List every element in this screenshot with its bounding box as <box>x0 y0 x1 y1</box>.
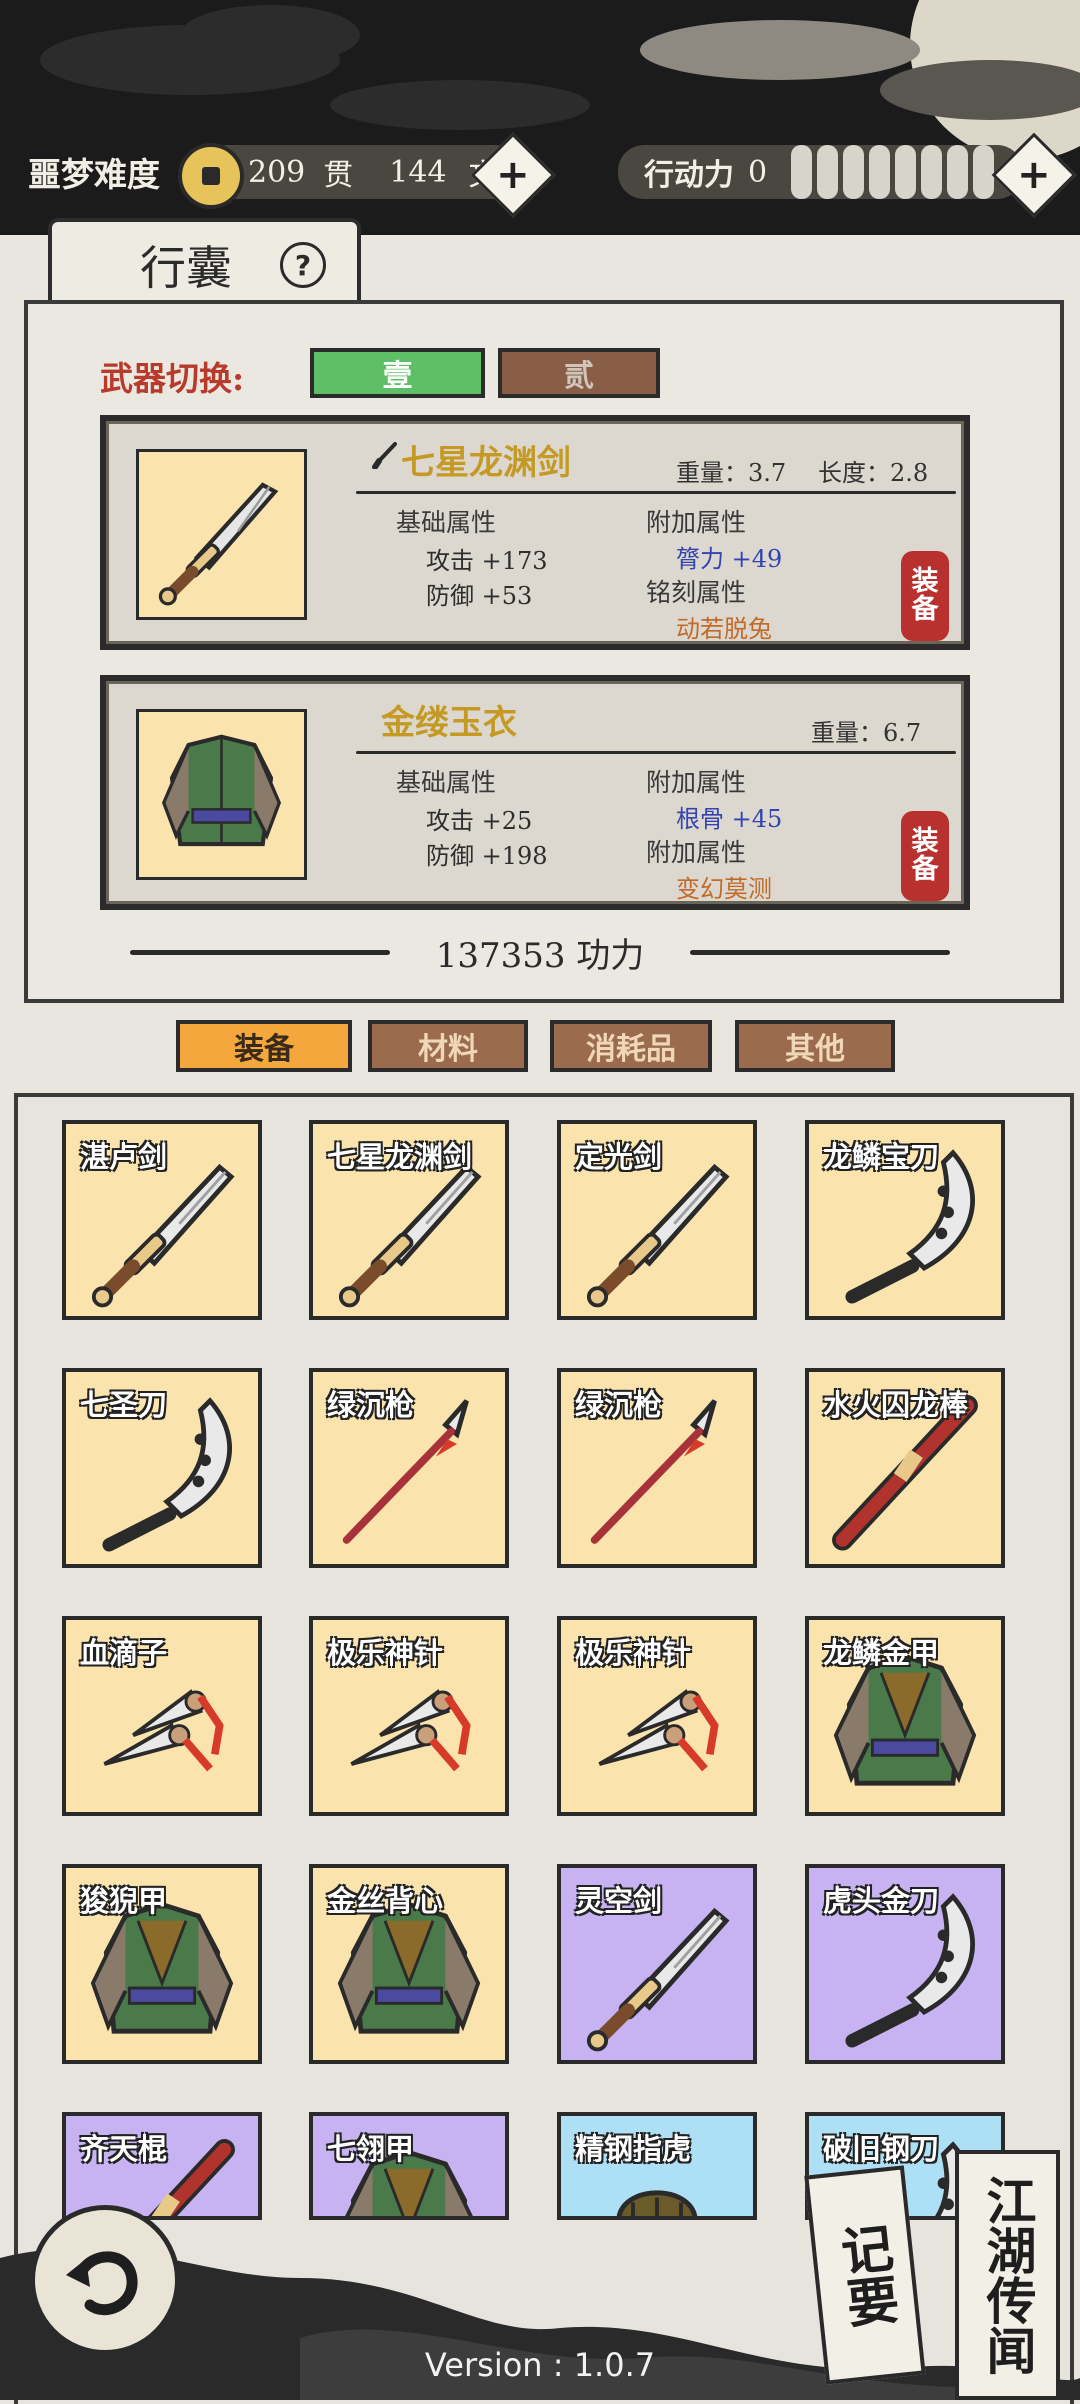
weapon-attack: 攻击 +173 <box>426 541 548 576</box>
divider-left <box>130 950 390 955</box>
weapon-base-title: 基础属性 <box>396 503 496 539</box>
inventory-item[interactable]: 龙鳞金甲 <box>805 1616 1005 1816</box>
weapon-slot-2-button[interactable]: 贰 <box>498 348 660 398</box>
inventory-item-name: 龙鳞金甲 <box>823 1630 939 1672</box>
equipped-weapon-thumb <box>136 449 307 620</box>
difficulty-label: 噩梦难度 <box>28 148 160 196</box>
tab-materials[interactable]: 材料 <box>368 1020 528 1072</box>
armor-extra-stat: 根骨 +45 <box>676 799 782 834</box>
inventory-item[interactable]: 绿沉枪 <box>557 1368 757 1568</box>
currency-guan-unit: 贯 <box>323 150 353 194</box>
question-icon[interactable]: ? <box>280 242 326 288</box>
inventory-item[interactable]: 极乐神针 <box>309 1616 509 1816</box>
inventory-item-name: 齐天棍 <box>80 2126 167 2168</box>
inventory-item-name: 极乐神针 <box>575 1630 691 1672</box>
currency-guan-value: 209 <box>248 155 305 190</box>
coin-icon <box>178 143 244 209</box>
armor-equip-char-1: 装 <box>912 828 939 856</box>
inventory-item[interactable]: 定光剑 <box>557 1120 757 1320</box>
inventory-item[interactable]: 灵空剑 <box>557 1864 757 2064</box>
armor-attack: 攻击 +25 <box>426 801 532 836</box>
tab-other[interactable]: 其他 <box>735 1020 895 1072</box>
bag-tab[interactable]: 行囊 ? <box>48 218 361 302</box>
weapon-slot-1-button[interactable]: 壹 <box>310 348 485 398</box>
weapon-engrave-value: 动若脱兔 <box>676 609 772 644</box>
inventory-item[interactable]: 湛卢剑 <box>62 1120 262 1320</box>
inventory-item[interactable]: 绿沉枪 <box>309 1368 509 1568</box>
armor-equip-char-2: 备 <box>912 856 939 884</box>
inventory-item[interactable]: 水火囚龙棒 <box>805 1368 1005 1568</box>
inventory-item[interactable]: 金丝背心 <box>309 1864 509 2064</box>
inventory-item-name: 破旧钢刀 <box>823 2126 939 2168</box>
weapon-equip-char-1: 装 <box>912 568 939 596</box>
action-points-value: 0 <box>748 155 767 190</box>
weapon-equip-char-2: 备 <box>912 596 939 624</box>
version-label: Version : 1.0.7 <box>400 2346 680 2384</box>
action-points-bar <box>791 145 999 199</box>
weapon-engrave-title: 铭刻属性 <box>646 573 746 609</box>
inventory-item-name: 金丝背心 <box>327 1878 443 1920</box>
inventory-item-name: 精钢指虎 <box>575 2126 691 2168</box>
inventory-item-name: 狻猊甲 <box>80 1878 167 1920</box>
currency-wen-value: 144 <box>389 155 446 190</box>
armor-defense: 防御 +198 <box>426 836 548 871</box>
inventory-item-name: 水火囚龙棒 <box>823 1382 968 1424</box>
inventory-item[interactable]: 七圣刀 <box>62 1368 262 1568</box>
back-arrow-icon <box>60 2235 150 2325</box>
inventory-item[interactable]: 七星龙渊剑 <box>309 1120 509 1320</box>
equipped-weapon-length: 长度：2.8 <box>818 453 928 488</box>
armor-extra-title-2: 附加属性 <box>646 833 746 869</box>
tab-equipment[interactable]: 装备 <box>176 1020 352 1072</box>
equipped-armor-card[interactable]: 金缕玉衣 重量：6.7 基础属性 攻击 +25 防御 +198 附加属性 根骨 … <box>100 675 970 910</box>
rumors-button[interactable]: 江湖传闻 <box>955 2150 1060 2400</box>
bag-tab-title: 行囊 <box>140 232 232 298</box>
inventory-item-name: 七翎甲 <box>327 2126 414 2168</box>
inventory-item[interactable]: 七翎甲 <box>309 2112 509 2220</box>
inventory-item-name: 定光剑 <box>575 1134 662 1176</box>
weapon-equip-button[interactable]: 装 备 <box>901 551 949 641</box>
top-header: 噩梦难度 209 贯 144 文 + 行动力 0 + <box>0 0 1080 235</box>
armor-extra-value-2: 变幻莫测 <box>676 869 772 904</box>
power-value: 137353 功力 <box>410 928 670 977</box>
inventory-item[interactable]: 狻猊甲 <box>62 1864 262 2064</box>
equipped-armor-thumb <box>136 709 307 880</box>
inventory-item-name: 灵空剑 <box>575 1878 662 1920</box>
inventory-item-name: 龙鳞宝刀 <box>823 1134 939 1176</box>
weapon-extra-title: 附加属性 <box>646 503 746 539</box>
armor-extra-title: 附加属性 <box>646 763 746 799</box>
armor-base-title: 基础属性 <box>396 763 496 799</box>
equipped-armor-weight: 重量：6.7 <box>811 713 921 748</box>
inventory-item-name: 湛卢剑 <box>80 1134 167 1176</box>
weapon-switch-label: 武器切换: <box>100 352 244 400</box>
sword-icon <box>139 452 304 617</box>
brush-icon <box>371 441 399 469</box>
back-button[interactable] <box>30 2205 180 2355</box>
inventory-item[interactable]: 精钢指虎 <box>557 2112 757 2220</box>
equipped-armor-name: 金缕玉衣 <box>381 695 517 744</box>
tab-consumables[interactable]: 消耗品 <box>550 1020 712 1072</box>
equipped-weapon-weight: 重量：3.7 <box>676 453 786 488</box>
equipped-weapon-name: 七星龙渊剑 <box>401 435 571 484</box>
inventory-item[interactable]: 极乐神针 <box>557 1616 757 1816</box>
action-points-label: 行动力 <box>644 150 734 194</box>
inventory-item-name: 虎头金刀 <box>823 1878 939 1920</box>
inventory-item[interactable]: 血滴子 <box>62 1616 262 1816</box>
inventory-item[interactable]: 齐天棍 <box>62 2112 262 2220</box>
inventory-item-name: 绿沉枪 <box>575 1382 662 1424</box>
inventory-item[interactable]: 虎头金刀 <box>805 1864 1005 2064</box>
inventory-item-name: 七圣刀 <box>80 1382 167 1424</box>
weapon-defense: 防御 +53 <box>426 576 532 611</box>
divider-right <box>690 950 950 955</box>
armor-equip-button[interactable]: 装 备 <box>901 811 949 901</box>
weapon-extra-stat: 膂力 +49 <box>676 539 782 574</box>
inventory-item[interactable]: 龙鳞宝刀 <box>805 1120 1005 1320</box>
inventory-item-name: 七星龙渊剑 <box>327 1134 472 1176</box>
equipped-weapon-card[interactable]: 七星龙渊剑 重量：3.7 长度：2.8 基础属性 攻击 +173 防御 +53 … <box>100 415 970 650</box>
inventory-item-name: 血滴子 <box>80 1630 167 1672</box>
inventory-item-name: 极乐神针 <box>327 1630 443 1672</box>
inventory-item-name: 绿沉枪 <box>327 1382 414 1424</box>
armor-icon <box>139 712 304 877</box>
action-points-display: 行动力 0 <box>618 145 1023 199</box>
